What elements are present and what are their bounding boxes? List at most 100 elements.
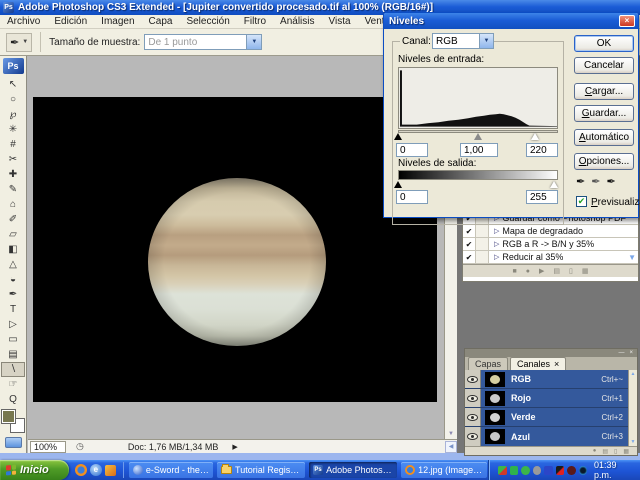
expand-arrow-icon[interactable]: ▷ bbox=[494, 240, 499, 248]
input-white-field[interactable] bbox=[526, 143, 558, 157]
menu-item-vista[interactable]: Vista bbox=[322, 16, 358, 27]
save-selection-icon[interactable]: ▤ bbox=[602, 448, 608, 455]
internet-explorer-icon[interactable]: e bbox=[90, 464, 102, 476]
play-icon[interactable]: ▶ bbox=[539, 267, 544, 275]
output-black-field[interactable] bbox=[396, 190, 428, 204]
output-white-slider[interactable] bbox=[550, 181, 558, 188]
tab-canales[interactable]: Canales × bbox=[510, 357, 566, 370]
eyedropper-tool-selected[interactable]: ∖ bbox=[1, 362, 25, 377]
channels-scrollbar[interactable]: ▲ ▼ bbox=[628, 370, 637, 446]
clone-stamp-tool[interactable]: ⌂ bbox=[1, 197, 25, 212]
visibility-toggle[interactable] bbox=[465, 389, 481, 407]
channel-combobox[interactable]: RGB ▼ bbox=[432, 33, 494, 49]
menu-item-filtro[interactable]: Filtro bbox=[237, 16, 273, 27]
menu-item-analisis[interactable]: Análisis bbox=[273, 16, 321, 27]
visibility-toggle[interactable] bbox=[465, 370, 481, 388]
lasso-tool[interactable]: ℘ bbox=[1, 107, 25, 122]
action-row[interactable]: ✔ ▷ Reducir al 35% ▼ bbox=[463, 251, 638, 264]
tab-capas[interactable]: Capas bbox=[468, 357, 508, 370]
combo-dropdown-button[interactable]: ▼ bbox=[246, 35, 261, 49]
current-tool-chip[interactable]: ✒ ▼ bbox=[6, 33, 32, 52]
eraser-tool[interactable]: ▱ bbox=[1, 227, 25, 242]
brush-tool[interactable]: ✎ bbox=[1, 182, 25, 197]
task-button-photoshop[interactable]: Ps Adobe Photoshop ... bbox=[309, 462, 397, 478]
task-button-registax[interactable]: Tutorial Registax 4 bbox=[217, 462, 305, 478]
tray-icon-messenger[interactable] bbox=[510, 466, 518, 475]
magic-wand-tool[interactable]: ✳ bbox=[1, 122, 25, 137]
toolbox-ps-logo[interactable]: Ps bbox=[3, 58, 24, 74]
expand-arrow-icon[interactable]: ▷ bbox=[494, 227, 499, 235]
stop-icon[interactable]: ■ bbox=[513, 268, 517, 275]
task-button-image-viewer[interactable]: 12.jpg (Imagen JP... bbox=[401, 462, 487, 478]
slice-tool[interactable]: ✂ bbox=[1, 152, 25, 167]
action-check-icon[interactable]: ✔ bbox=[463, 238, 476, 250]
preview-checkbox[interactable]: ✔ bbox=[576, 196, 587, 207]
shape-tool[interactable]: ▭ bbox=[1, 332, 25, 347]
menu-item-imagen[interactable]: Imagen bbox=[94, 16, 141, 27]
tray-icon-antivirus[interactable] bbox=[556, 466, 564, 475]
visibility-toggle[interactable] bbox=[465, 427, 481, 446]
start-button[interactable]: Inicio bbox=[0, 460, 69, 480]
panel-minimize-icon[interactable]: — bbox=[618, 350, 624, 356]
scroll-left-button[interactable]: ◀ bbox=[445, 441, 457, 453]
blur-tool[interactable]: △ bbox=[1, 257, 25, 272]
output-black-slider[interactable] bbox=[394, 181, 402, 188]
paint-tool-quicklaunch-icon[interactable] bbox=[105, 465, 116, 476]
black-point-slider[interactable] bbox=[394, 133, 402, 140]
action-row[interactable]: ✔ ▷ Mapa de degradado bbox=[463, 225, 638, 238]
image-canvas[interactable] bbox=[33, 97, 437, 402]
load-selection-icon[interactable]: ● bbox=[593, 448, 597, 454]
taskbar-clock[interactable]: 01:39 p.m. bbox=[594, 460, 634, 480]
path-select-tool[interactable]: ▷ bbox=[1, 317, 25, 332]
white-point-slider[interactable] bbox=[531, 133, 539, 140]
tray-icon-utility[interactable] bbox=[498, 466, 506, 475]
tab-close-icon[interactable]: × bbox=[554, 359, 559, 369]
zoom-level-field[interactable]: 100% bbox=[30, 441, 66, 453]
gamma-slider[interactable] bbox=[474, 133, 482, 140]
expand-arrow-icon[interactable]: ▷ bbox=[494, 253, 499, 261]
record-icon[interactable]: ● bbox=[526, 268, 530, 275]
scroll-down-icon[interactable]: ▼ bbox=[628, 253, 638, 262]
trash-icon[interactable]: ▦ bbox=[623, 448, 629, 455]
firefox-quicklaunch-icon[interactable] bbox=[75, 464, 87, 476]
new-channel-icon[interactable]: ▯ bbox=[614, 448, 617, 455]
new-action-icon[interactable]: ▯ bbox=[569, 267, 573, 275]
action-check-icon[interactable]: ✔ bbox=[463, 251, 476, 263]
screen-mode-button[interactable] bbox=[5, 437, 22, 448]
hand-tool[interactable]: ☞ bbox=[1, 377, 25, 392]
task-button-esword[interactable]: e-Sword - the Swo... bbox=[129, 462, 213, 478]
gray-point-eyedropper-icon[interactable]: ✒ bbox=[591, 175, 600, 188]
tray-icon-gray[interactable] bbox=[533, 466, 541, 475]
channel-row-verde[interactable]: Verde Ctrl+2 bbox=[465, 408, 628, 427]
marquee-tool[interactable]: ○ bbox=[1, 92, 25, 107]
input-black-field[interactable] bbox=[396, 143, 428, 157]
action-check-icon[interactable]: ✔ bbox=[463, 225, 476, 237]
channel-dropdown-button[interactable]: ▼ bbox=[479, 34, 493, 48]
tray-icon-dark[interactable] bbox=[567, 466, 575, 475]
black-point-eyedropper-icon[interactable]: ✒ bbox=[576, 175, 585, 188]
auto-button[interactable]: Automático bbox=[574, 129, 634, 146]
white-point-eyedropper-icon[interactable]: ✒ bbox=[606, 175, 615, 188]
action-dialog-toggle[interactable] bbox=[476, 238, 489, 250]
trash-icon[interactable]: ▦ bbox=[582, 267, 589, 275]
cancel-button[interactable]: Cancelar bbox=[574, 57, 634, 74]
dodge-tool[interactable]: ◒ bbox=[1, 272, 25, 287]
menu-item-capa[interactable]: Capa bbox=[142, 16, 180, 27]
new-set-folder-icon[interactable]: ▤ bbox=[553, 267, 560, 275]
tray-icon-blue[interactable] bbox=[544, 466, 552, 475]
input-gamma-field[interactable] bbox=[460, 143, 498, 157]
zoom-tool[interactable]: Q bbox=[1, 392, 25, 407]
menu-item-seleccion[interactable]: Selección bbox=[179, 16, 236, 27]
levels-dialog-title-bar[interactable]: Niveles × bbox=[384, 13, 638, 29]
sample-size-combobox[interactable]: De 1 punto ▼ bbox=[144, 34, 262, 50]
options-button[interactable]: Opciones... bbox=[574, 153, 634, 170]
status-menu-arrow-icon[interactable]: ▶ bbox=[232, 443, 237, 451]
menu-item-edicion[interactable]: Edición bbox=[47, 16, 94, 27]
scroll-down-icon[interactable]: ▼ bbox=[448, 431, 454, 437]
healing-brush-tool[interactable]: ✚ bbox=[1, 167, 25, 182]
panel-close-icon[interactable]: × bbox=[629, 350, 633, 356]
visibility-toggle[interactable] bbox=[465, 408, 481, 426]
channel-row-rgb[interactable]: RGB Ctrl+~ bbox=[465, 370, 628, 389]
crop-tool[interactable]: # bbox=[1, 137, 25, 152]
channel-row-rojo[interactable]: Rojo Ctrl+1 bbox=[465, 389, 628, 408]
